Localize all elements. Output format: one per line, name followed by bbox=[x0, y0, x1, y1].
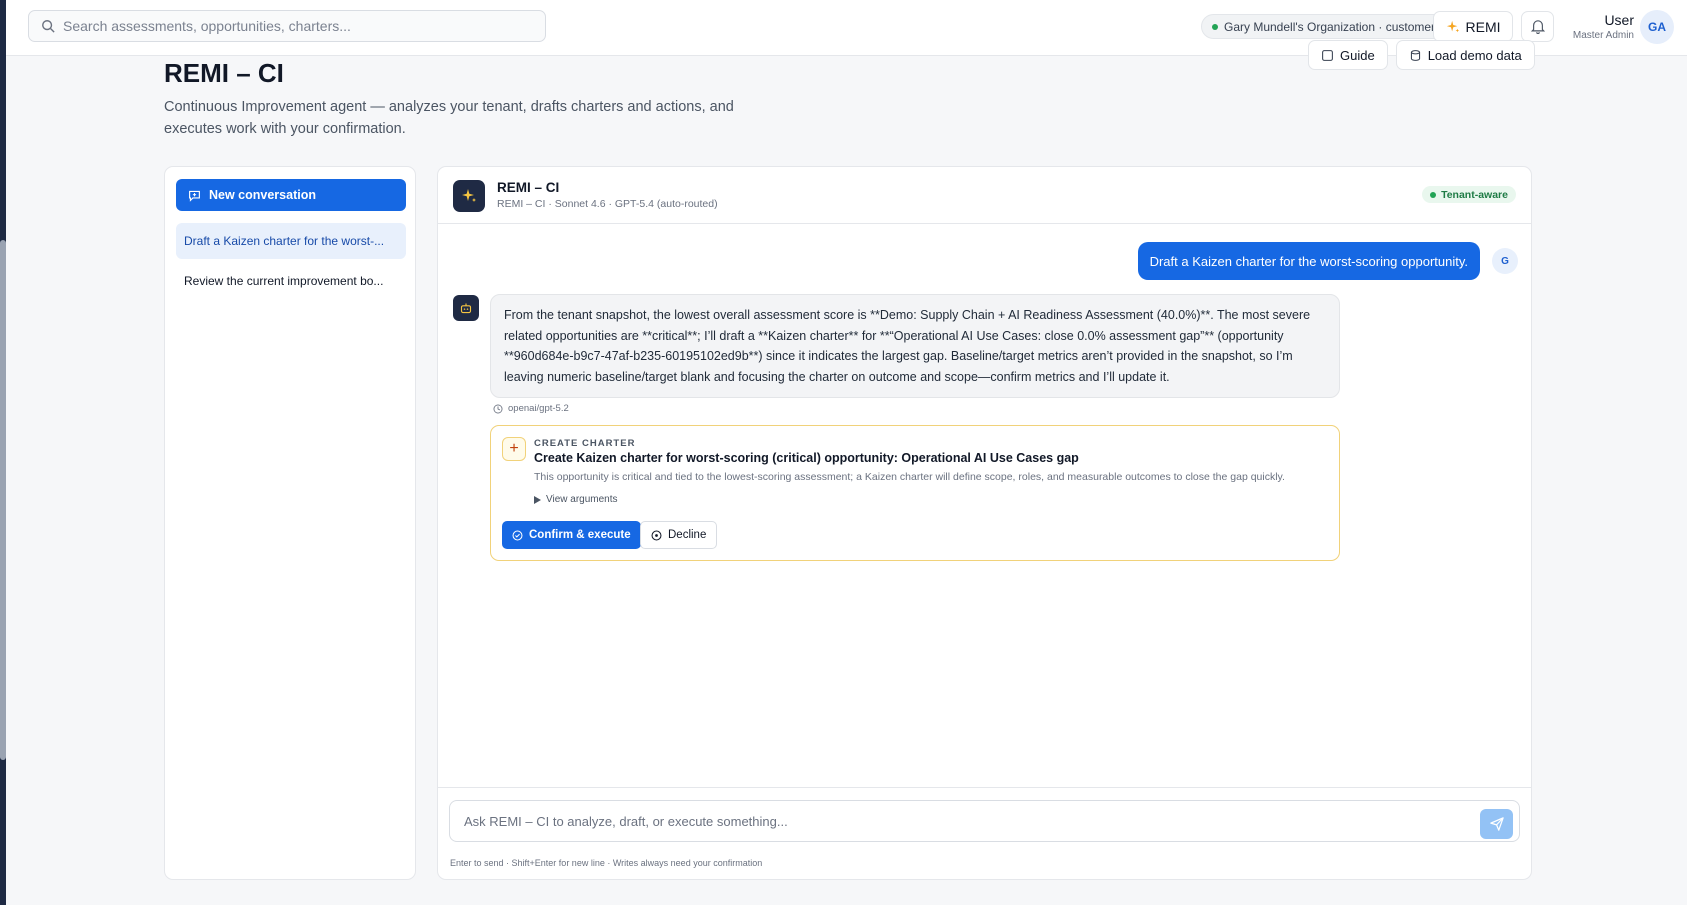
view-arguments-toggle[interactable]: View arguments bbox=[534, 494, 618, 505]
agent-name: REMI – CI bbox=[497, 180, 560, 195]
guide-button-label: Guide bbox=[1340, 47, 1375, 63]
new-conversation-label: New conversation bbox=[209, 188, 316, 202]
user-name: User bbox=[1604, 12, 1634, 28]
plus-icon: + bbox=[502, 437, 526, 461]
page-title: REMI – CI bbox=[164, 58, 284, 88]
remi-button[interactable]: REMI bbox=[1433, 11, 1513, 42]
action-description: This opportunity is critical and tied to… bbox=[534, 471, 1285, 483]
org-label: Gary Mundell's Organization · customer bbox=[1224, 19, 1436, 34]
confirm-execute-button[interactable]: Confirm & execute bbox=[502, 521, 641, 549]
decline-button[interactable]: Decline bbox=[640, 521, 718, 549]
scrollbar-thumb[interactable] bbox=[0, 240, 6, 760]
sparkle-icon bbox=[1446, 20, 1459, 32]
composer bbox=[449, 800, 1520, 842]
chat-panel: REMI – CI REMI – CI · Sonnet 4.6 · GPT-5… bbox=[437, 166, 1532, 880]
send-button[interactable] bbox=[1480, 809, 1513, 839]
message-input[interactable] bbox=[464, 813, 1444, 829]
conversation-item-label: Draft a Kaizen charter for the worst-... bbox=[184, 234, 385, 248]
conversation-item-label: Review the current improvement bo... bbox=[184, 274, 384, 288]
action-card: + CREATE CHARTER Create Kaizen charter f… bbox=[490, 425, 1340, 561]
view-arguments-label: View arguments bbox=[546, 494, 618, 505]
org-switcher[interactable]: Gary Mundell's Organization · customer bbox=[1201, 14, 1447, 39]
new-conversation-button[interactable]: New conversation bbox=[176, 179, 406, 211]
composer-hint: Enter to send · Shift+Enter for new line… bbox=[450, 858, 763, 868]
check-circle-icon bbox=[512, 530, 523, 540]
search-icon bbox=[42, 20, 55, 33]
send-icon bbox=[1489, 817, 1504, 831]
load-demo-data-button[interactable]: Load demo data bbox=[1395, 40, 1535, 70]
bell-icon bbox=[1530, 20, 1545, 34]
message-plus-icon bbox=[189, 190, 200, 202]
decline-label: Decline bbox=[668, 529, 707, 541]
confirm-execute-label: Confirm & execute bbox=[529, 529, 631, 541]
global-search[interactable] bbox=[28, 10, 546, 42]
chat-header: REMI – CI REMI – CI · Sonnet 4.6 · GPT-5… bbox=[438, 167, 1531, 224]
user-message-avatar: G bbox=[1492, 248, 1518, 274]
agent-meta: REMI – CI · Sonnet 4.6 · GPT-5.4 (auto-r… bbox=[497, 198, 718, 210]
page-actions: Guide Load demo data bbox=[1308, 40, 1535, 70]
clock-icon bbox=[493, 404, 503, 413]
status-dot-icon bbox=[1430, 191, 1437, 198]
bot-icon bbox=[453, 295, 479, 321]
tenant-aware-badge: Tenant-aware bbox=[1422, 186, 1516, 203]
book-icon bbox=[1322, 49, 1333, 61]
assistant-message: From the tenant snapshot, the lowest ove… bbox=[490, 294, 1340, 398]
conversation-item[interactable]: Review the current improvement bo... bbox=[176, 263, 406, 299]
database-icon bbox=[1410, 49, 1420, 61]
action-title: Create Kaizen charter for worst-scoring … bbox=[534, 451, 1079, 465]
user-message: Draft a Kaizen charter for the worst-sco… bbox=[1137, 242, 1480, 280]
model-tag: openai/gpt-5.2 bbox=[493, 403, 569, 414]
conversation-item[interactable]: Draft a Kaizen charter for the worst-... bbox=[176, 223, 406, 259]
action-type: CREATE CHARTER bbox=[534, 438, 636, 449]
user-menu[interactable]: User Master Admin bbox=[1572, 12, 1634, 41]
agent-sparkle-icon bbox=[453, 180, 485, 212]
avatar[interactable]: GA bbox=[1640, 10, 1674, 44]
load-demo-data-label: Load demo data bbox=[1427, 47, 1522, 63]
conversation-sidebar: New conversation Draft a Kaizen charter … bbox=[164, 166, 416, 880]
guide-button[interactable]: Guide bbox=[1308, 40, 1388, 70]
tenant-badge-label: Tenant-aware bbox=[1441, 188, 1508, 201]
caret-right-icon bbox=[534, 495, 541, 504]
user-role: Master Admin bbox=[1572, 30, 1634, 41]
composer-area: Enter to send · Shift+Enter for new line… bbox=[438, 787, 1531, 879]
remi-button-label: REMI bbox=[1465, 18, 1501, 35]
search-input[interactable] bbox=[63, 18, 523, 34]
model-tag-label: openai/gpt-5.2 bbox=[508, 403, 569, 414]
x-circle-icon bbox=[651, 530, 662, 540]
notifications-button[interactable] bbox=[1521, 11, 1554, 42]
status-dot-icon bbox=[1212, 23, 1218, 30]
page-description: Continuous Improvement agent — analyzes … bbox=[164, 99, 734, 137]
